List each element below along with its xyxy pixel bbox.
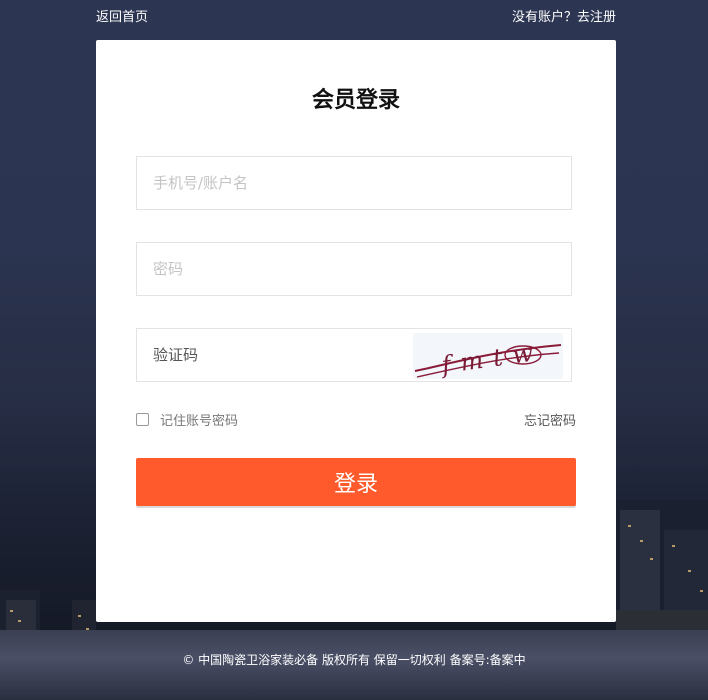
captcha-input[interactable] xyxy=(137,329,407,381)
remember-label: 记住账号密码 xyxy=(160,414,239,429)
forgot-password-link[interactable]: 忘记密码 xyxy=(524,410,576,429)
remember-account[interactable]: 记住账号密码 xyxy=(136,410,238,429)
password-input[interactable] xyxy=(137,243,571,295)
account-field xyxy=(136,156,572,210)
captcha-image[interactable]: fmtw xyxy=(413,333,563,379)
footer-copyright: © 中国陶瓷卫浴家装必备 版权所有 保留一切权利 备案号:备案中 xyxy=(182,653,526,667)
page-title: 会员登录 xyxy=(311,88,400,113)
account-input[interactable] xyxy=(137,157,571,209)
back-home-link[interactable]: 返回首页 xyxy=(96,9,148,27)
register-link[interactable]: 没有账户？去注册 xyxy=(512,9,616,27)
login-card: 会员登录 fmtw 记住账号密码 忘记密码 登录 xyxy=(96,40,616,622)
login-button[interactable]: 登录 xyxy=(136,458,576,506)
remember-checkbox[interactable] xyxy=(136,413,149,426)
captcha-field: fmtw xyxy=(136,328,572,382)
password-field xyxy=(136,242,572,296)
